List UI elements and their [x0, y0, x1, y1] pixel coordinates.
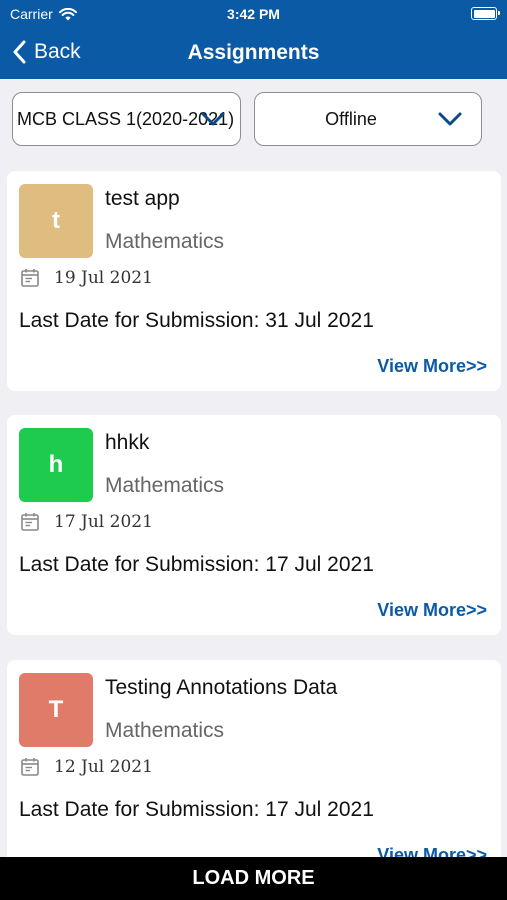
status-bar: Carrier 3:42 PM	[0, 0, 507, 28]
class-select[interactable]: MCB CLASS 1(2020-2021)	[12, 92, 241, 146]
calendar-icon	[21, 513, 39, 531]
assignment-title: Testing Annotations Data	[105, 676, 338, 699]
assignment-list[interactable]: t test app Mathematics 19 Jul 2021 Last …	[0, 157, 507, 857]
submission-deadline: Last Date for Submission: 31 Jul 2021	[19, 309, 374, 332]
assignment-subject: Mathematics	[105, 719, 225, 742]
submission-deadline: Last Date for Submission: 17 Jul 2021	[19, 553, 374, 576]
assignment-date-row: 12 Jul 2021	[20, 757, 153, 777]
calendar-icon	[21, 269, 39, 287]
view-more-link[interactable]: View More>>	[377, 356, 487, 377]
calendar-icon	[21, 758, 39, 776]
assignment-date-row: 19 Jul 2021	[20, 268, 153, 288]
assignment-date: 17 Jul 2021	[54, 512, 153, 532]
top-bar: Carrier 3:42 PM Back Assignments	[0, 0, 507, 79]
status-time: 3:42 PM	[227, 6, 280, 22]
assignment-date: 12 Jul 2021	[54, 757, 153, 777]
chevron-down-icon	[201, 112, 225, 126]
load-more-button[interactable]: LOAD MORE	[0, 857, 507, 900]
assignment-card[interactable]: t test app Mathematics 19 Jul 2021 Last …	[7, 171, 501, 391]
avatar: h	[19, 428, 93, 502]
battery-fill	[473, 9, 495, 18]
filter-bar: MCB CLASS 1(2020-2021) Offline	[0, 79, 507, 157]
assignment-subject: Mathematics	[105, 230, 225, 253]
chevron-down-icon	[438, 112, 462, 126]
assignment-date-row: 17 Jul 2021	[20, 512, 153, 532]
page-title: Assignments	[187, 41, 320, 64]
submission-deadline: Last Date for Submission: 17 Jul 2021	[19, 798, 374, 821]
assignment-date: 19 Jul 2021	[54, 268, 153, 288]
view-more-link[interactable]: View More>>	[377, 600, 487, 621]
navigation-bar: Back Assignments	[0, 30, 507, 76]
assignment-card[interactable]: h hhkk Mathematics 17 Jul 2021 Last Date…	[7, 415, 501, 635]
avatar: t	[19, 184, 93, 258]
assignment-title: test app	[105, 187, 180, 210]
assignment-title: hhkk	[105, 431, 150, 454]
battery-icon	[471, 7, 500, 20]
avatar: T	[19, 673, 93, 747]
view-more-link[interactable]: View More>>	[377, 845, 487, 857]
mode-select[interactable]: Offline	[254, 92, 482, 146]
mode-select-value: Offline	[325, 108, 377, 129]
assignment-card[interactable]: T Testing Annotations Data Mathematics 1…	[7, 660, 501, 857]
assignment-subject: Mathematics	[105, 474, 225, 497]
